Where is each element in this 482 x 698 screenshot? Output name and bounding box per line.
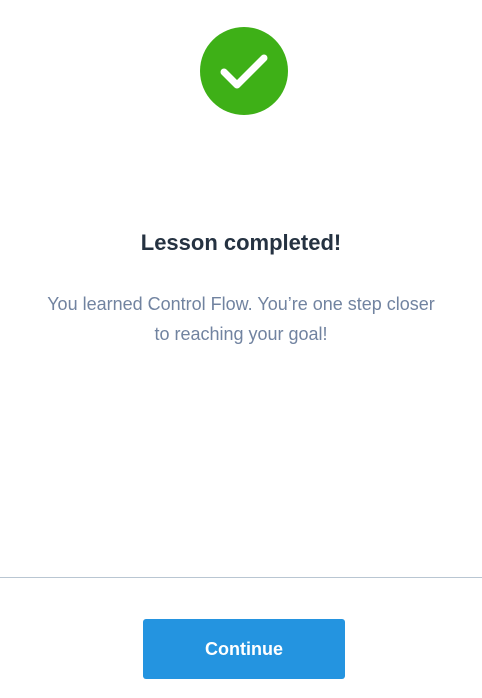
continue-button[interactable]: Continue [143, 619, 345, 679]
checkmark-icon [220, 54, 268, 89]
completion-message: You learned Control Flow. You’re one ste… [47, 294, 435, 344]
success-badge [200, 27, 288, 115]
completion-title: Lesson completed! [140, 230, 342, 255]
footer-divider [0, 577, 482, 578]
